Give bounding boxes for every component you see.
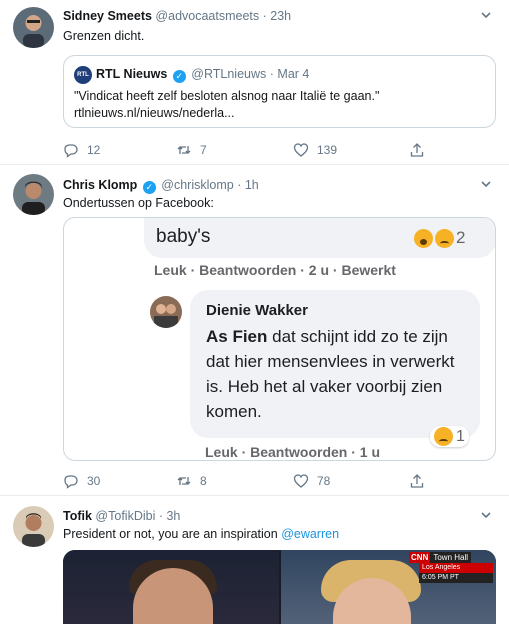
fb-commenter-avatar [150, 296, 182, 328]
fb-reactions: 2 [414, 228, 465, 248]
sad-emoji-icon [434, 427, 453, 446]
fb-commenter-name: Dienie Wakker [206, 302, 308, 319]
fb-reply-actions-text: Leuk · Beantwoorden · 1 u [205, 444, 381, 460]
reply-icon [64, 475, 78, 489]
tweet-text-body: President or not, you are an inspiration [63, 527, 282, 541]
reply-icon [64, 144, 78, 158]
reply-button[interactable]: 30 [63, 471, 100, 491]
fb-reply-text: As Fien dat schijnt idd zo te zijn dat h… [206, 324, 476, 424]
tweet-1[interactable]: Sidney Smeets @advocaatsmeets · 23h Gren… [0, 0, 509, 165]
fb-mention: As Fien [206, 327, 268, 346]
tweet-text: Ondertussen op Facebook: [63, 196, 214, 210]
tweet-header: Sidney Smeets @advocaatsmeets · 23h [63, 9, 291, 23]
reply-count: 12 [87, 143, 101, 157]
cnn-logo: CNN [409, 552, 431, 563]
share-icon [410, 474, 424, 488]
tweet-media-image[interactable]: CNN Town Hall Los Angeles 6:05 PM PT [63, 550, 496, 624]
verified-icon: ✓ [172, 70, 186, 83]
timestamp[interactable]: · 23h [263, 9, 292, 23]
quote-text: "Vindicat heeft zelf besloten alsnog naa… [74, 89, 380, 120]
facebook-screenshot[interactable]: baby's 2 Leuk · Beantwoorden · 2 u · Bew… [63, 217, 496, 461]
like-count: 139 [317, 143, 338, 157]
fb-reply-reactions: 1 [430, 426, 469, 447]
wow-emoji-icon [414, 228, 433, 248]
fb-reply-actions: Leuk · Beantwoorden · 1 u [205, 444, 380, 460]
timestamp[interactable]: · 3h [159, 509, 181, 523]
quote-author-name: RTL Nieuws [96, 67, 168, 81]
tweet-header: Chris Klomp ✓ @chrisklomp · 1h [63, 178, 259, 194]
cnn-location: Los Angeles [419, 563, 493, 573]
share-icon [410, 143, 424, 157]
chevron-down-icon[interactable] [479, 177, 493, 191]
cnn-show: Town Hall [430, 552, 472, 563]
retweet-count: 8 [200, 474, 207, 488]
like-button[interactable]: 139 [293, 140, 337, 160]
avatar[interactable] [13, 7, 54, 48]
avatar[interactable] [13, 174, 54, 215]
like-button[interactable]: 78 [293, 471, 330, 491]
quote-author-handle: @RTLnieuws [191, 67, 267, 81]
like-icon [293, 474, 309, 488]
fb-reaction-count: 2 [456, 228, 466, 247]
quote-header: RTL Nieuws ✓ @RTLnieuws · Mar 4 [96, 67, 309, 83]
fb-reply-bubble: Dienie Wakker As Fien dat schijnt idd zo… [190, 290, 480, 447]
retweet-icon [177, 477, 191, 485]
retweet-count: 7 [200, 143, 207, 157]
retweet-button[interactable]: 8 [176, 471, 207, 491]
reply-button[interactable]: 12 [63, 140, 100, 160]
tweet-header: Tofik @TofikDibi · 3h [63, 509, 180, 523]
fb-actions-text: Leuk · Beantwoorden · 2 u · Bewerkt [154, 262, 396, 278]
fb-reply-reaction-count: 1 [456, 427, 465, 445]
avatar[interactable] [13, 506, 54, 547]
author-name[interactable]: Tofik [63, 509, 92, 523]
retweet-button[interactable]: 7 [176, 140, 207, 160]
fb-comment-text: baby's [156, 226, 211, 247]
chevron-down-icon[interactable] [479, 508, 493, 522]
author-name[interactable]: Chris Klomp [63, 178, 137, 192]
tweet-text: Grenzen dicht. [63, 29, 145, 43]
tweet-actions: 30 8 78 [63, 471, 443, 491]
verified-icon: ✓ [142, 181, 156, 194]
fb-comment-actions: Leuk · Beantwoorden · 2 u · Bewerkt [154, 262, 396, 278]
author-handle[interactable]: @advocaatsmeets [155, 9, 259, 23]
reply-count: 30 [87, 474, 101, 488]
like-count: 78 [317, 474, 331, 488]
like-icon [293, 143, 309, 157]
retweet-icon [177, 146, 191, 154]
author-handle[interactable]: @chrisklomp [161, 178, 233, 192]
rtl-logo: RTL [74, 66, 92, 84]
timestamp[interactable]: · 1h [237, 178, 259, 192]
tweet-actions: 12 7 139 [63, 140, 443, 160]
quote-timestamp: · Mar 4 [269, 67, 310, 81]
tweet-text: President or not, you are an inspiration… [63, 527, 339, 541]
cnn-clock: 6:05 PM PT [419, 573, 493, 583]
share-button[interactable] [409, 140, 425, 160]
chevron-down-icon[interactable] [479, 8, 493, 22]
author-handle[interactable]: @TofikDibi [95, 509, 155, 523]
author-name[interactable]: Sidney Smeets [63, 9, 152, 23]
cnn-overlay: CNN Town Hall Los Angeles 6:05 PM PT [409, 552, 493, 584]
quoted-tweet[interactable]: RTL RTL Nieuws ✓ @RTLnieuws · Mar 4 "Vin… [63, 55, 496, 128]
mention-link[interactable]: @ewarren [281, 527, 339, 541]
sad-emoji-icon [435, 228, 454, 248]
share-button[interactable] [409, 471, 425, 491]
